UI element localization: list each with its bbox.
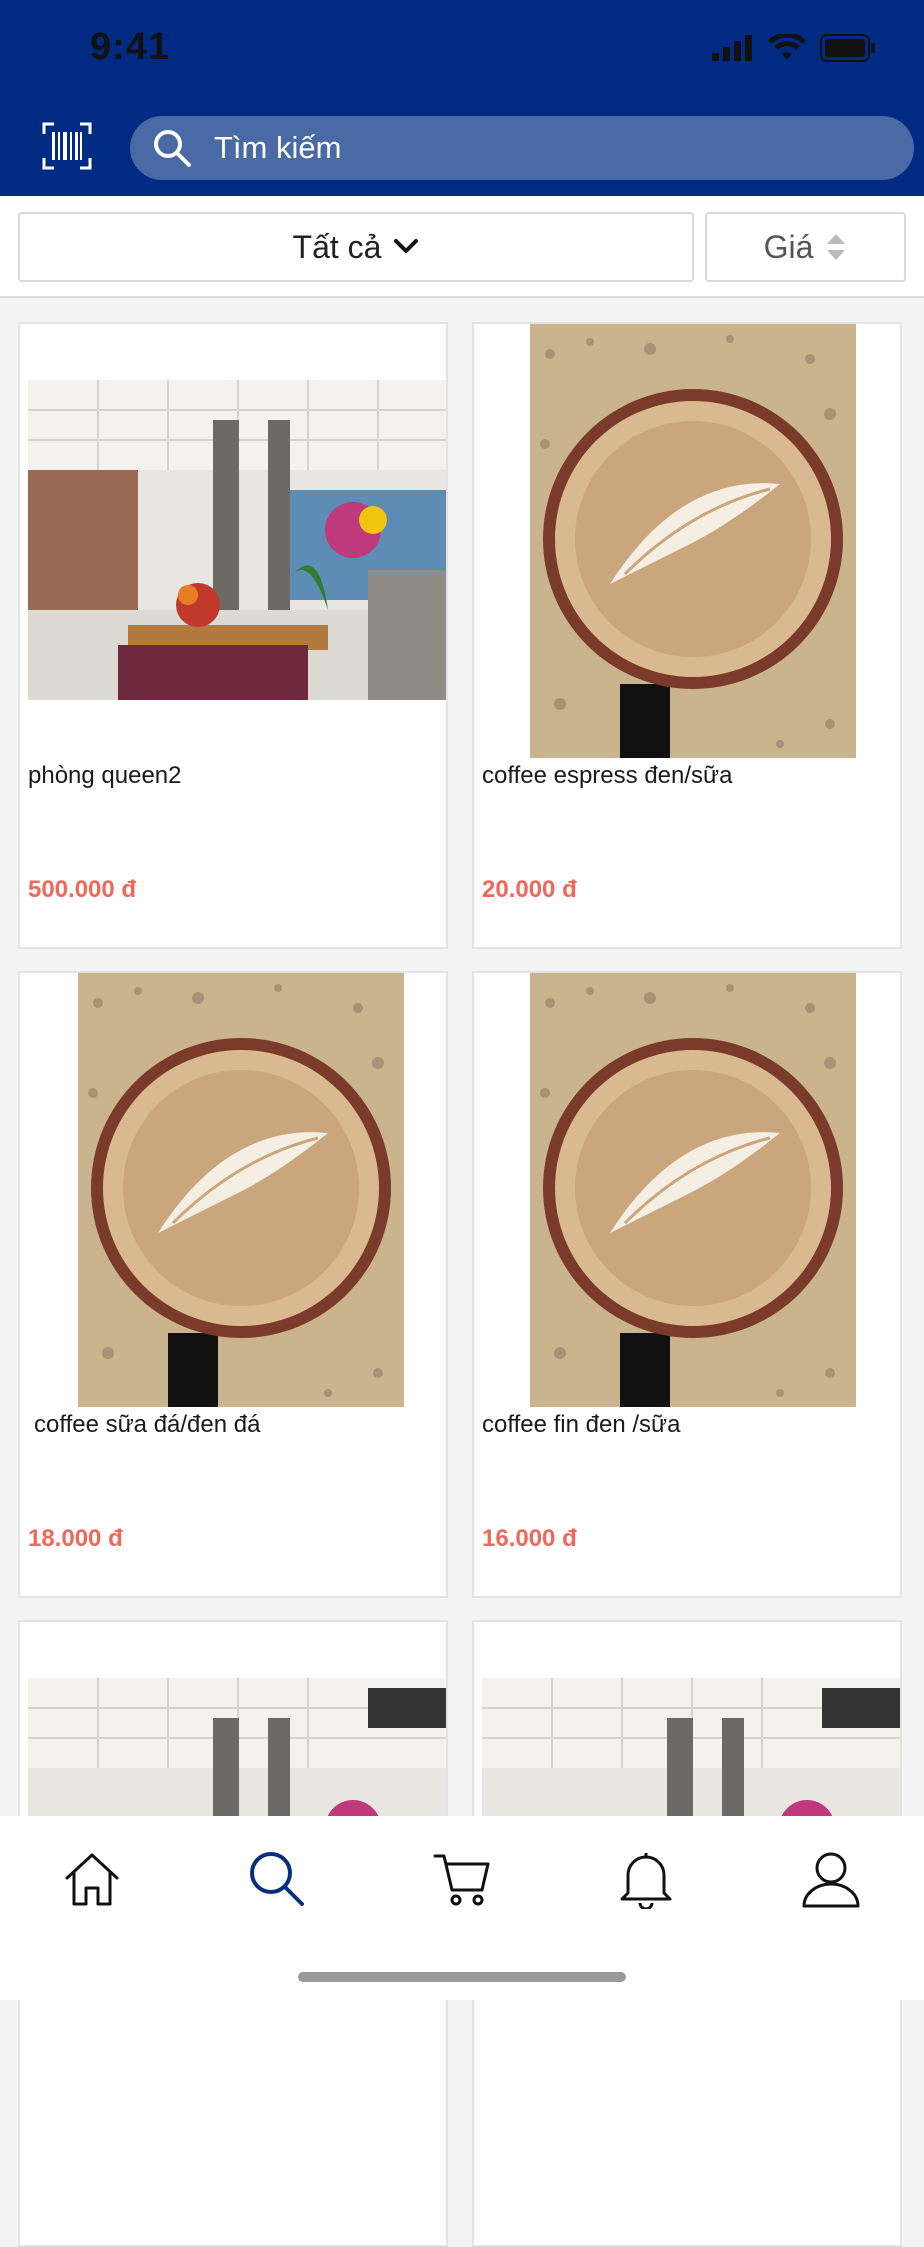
status-icons <box>712 34 876 62</box>
app-header: 9:41 <box>0 0 924 196</box>
category-filter-dropdown[interactable]: Tất cả <box>18 212 694 282</box>
latte-art-photo <box>530 324 856 758</box>
product-price: 18.000 đ <box>28 1525 123 1552</box>
product-name: coffee fin đen /sữa <box>482 1411 681 1438</box>
nav-search[interactable] <box>242 1844 312 1914</box>
product-price: 500.000 đ <box>28 876 137 903</box>
search-icon <box>154 130 191 167</box>
product-price: 20.000 đ <box>482 876 577 903</box>
latte-art-photo <box>78 973 404 1407</box>
product-name: coffee espress đen/sữa <box>482 762 733 789</box>
barcode-scan-button[interactable] <box>42 122 92 170</box>
product-card[interactable]: coffee fin đen /sữa 16.000 đ <box>472 971 902 1598</box>
product-name: phòng queen2 <box>28 762 182 789</box>
product-card[interactable]: phòng queen2 500.000 đ <box>18 322 448 949</box>
search-bar[interactable] <box>130 116 914 180</box>
nav-profile[interactable] <box>796 1844 866 1914</box>
battery-icon <box>820 34 875 62</box>
cart-icon <box>433 1854 490 1906</box>
price-sort-button[interactable]: Giá <box>705 212 906 282</box>
search-input[interactable] <box>212 129 876 167</box>
wifi-icon <box>768 34 806 60</box>
nav-notifications[interactable] <box>611 1844 681 1914</box>
filter-bar: Tất cả Giá <box>0 196 924 298</box>
price-sort-label: Giá <box>763 228 814 265</box>
sort-icon <box>827 234 846 260</box>
category-filter-label: Tất cả <box>292 228 382 265</box>
nav-cart[interactable] <box>427 1844 497 1914</box>
search-icon <box>250 1852 304 1906</box>
product-card[interactable]: coffee espress đen/sữa 20.000 đ <box>472 322 902 949</box>
home-indicator <box>298 1972 626 1982</box>
product-name: coffee sữa đá/đen đá <box>34 1411 261 1438</box>
chevron-down-icon <box>394 239 419 253</box>
user-icon <box>802 1852 860 1908</box>
bell-icon <box>620 1853 672 1909</box>
nav-home[interactable] <box>57 1844 127 1914</box>
latte-art-photo <box>530 973 856 1407</box>
home-icon <box>65 1853 119 1906</box>
product-price: 16.000 đ <box>482 1525 577 1552</box>
product-card[interactable]: coffee sữa đá/đen đá 18.000 đ <box>18 971 448 1598</box>
signal-icon <box>712 35 752 61</box>
barcode-icon <box>42 122 92 170</box>
lounge-photo <box>28 380 446 700</box>
status-time: 9:41 <box>90 26 171 68</box>
